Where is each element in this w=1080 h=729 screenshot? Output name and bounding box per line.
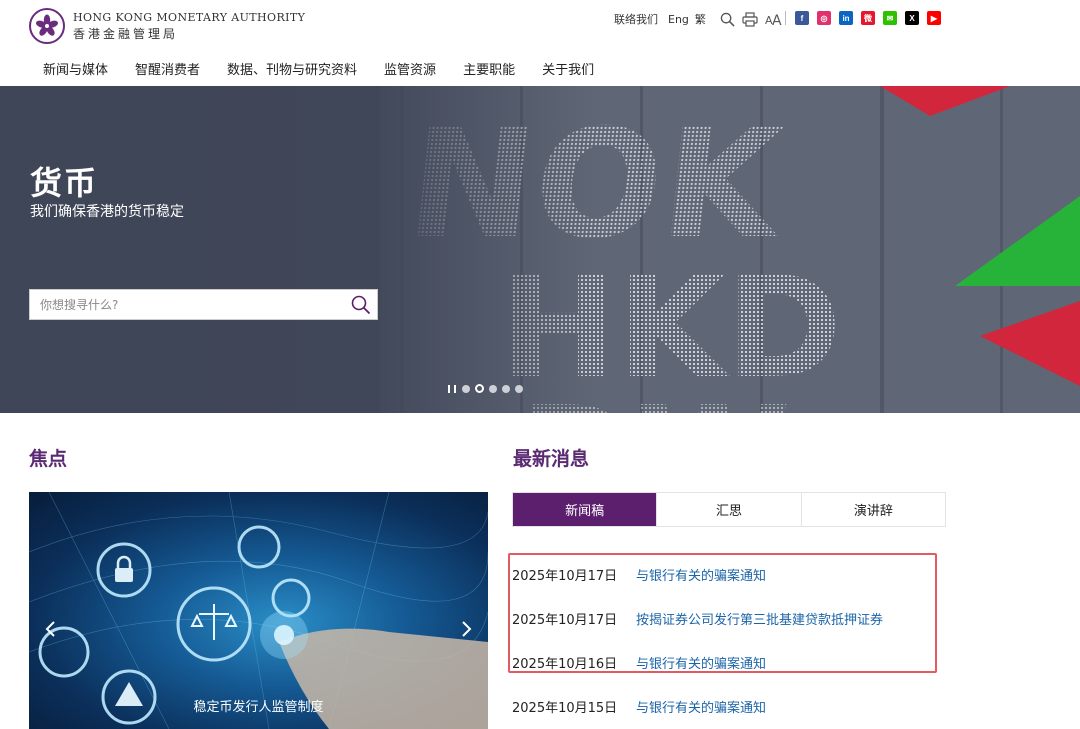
focus-carousel: 稳定币发行人监管制度: [29, 492, 488, 729]
hkma-logo[interactable]: [29, 8, 65, 44]
news-title-link[interactable]: 与银行有关的骗案通知: [636, 565, 766, 584]
carousel-dot[interactable]: [462, 384, 470, 393]
news-row: 2025年10月17日 按揭证券公司发行第三批基建贷款抵押证券: [512, 609, 883, 628]
carousel-dot[interactable]: [515, 384, 523, 393]
carousel-dot[interactable]: [502, 384, 510, 393]
font-size-icon[interactable]: AA: [764, 11, 784, 27]
search-icon[interactable]: [720, 11, 736, 27]
hero-title: 货币: [30, 164, 99, 202]
print-icon[interactable]: [742, 11, 758, 27]
news-tab-2[interactable]: 演讲辞: [802, 493, 945, 526]
news-tabs: 新闻稿 汇思 演讲辞: [512, 492, 946, 527]
pause-icon[interactable]: [448, 384, 456, 393]
linkedin-icon[interactable]: in: [839, 11, 853, 25]
news-date: 2025年10月17日: [512, 569, 618, 584]
focus-caption[interactable]: 稳定币发行人监管制度: [29, 696, 488, 715]
youtube-icon[interactable]: ▶: [927, 11, 941, 25]
carousel-dot[interactable]: [489, 384, 497, 393]
search-button-icon[interactable]: [351, 295, 371, 315]
nav-item-0[interactable]: 新闻与媒体: [43, 59, 108, 78]
hero-subtitle: 我们确保香港的货币稳定: [30, 204, 184, 220]
carousel-controls: [448, 384, 528, 393]
contact-us-link[interactable]: 联络我们: [614, 11, 658, 27]
search-input[interactable]: [30, 290, 330, 319]
main-nav: 新闻与媒体 智醒消费者 数据、刊物与研究资料 监管资源 主要职能 关于我们: [43, 59, 621, 78]
site-search-box: [29, 289, 378, 320]
svg-text:A: A: [772, 13, 782, 26]
news-date: 2025年10月16日: [512, 657, 618, 672]
chevron-right-icon[interactable]: [456, 619, 476, 639]
facebook-icon[interactable]: f: [795, 11, 809, 25]
wechat-icon[interactable]: ✉: [883, 11, 897, 25]
brand-name-en: HONG KONG MONETARY AUTHORITY: [73, 11, 306, 24]
utility-bar: 联络我们 Eng 繁 AA: [614, 11, 784, 27]
news-title-link[interactable]: 与银行有关的骗案通知: [636, 697, 766, 716]
utility-separator: [785, 11, 786, 25]
news-title-link[interactable]: 按揭证券公司发行第三批基建贷款抵押证券: [636, 609, 883, 628]
chevron-left-icon[interactable]: [41, 619, 61, 639]
nav-item-1[interactable]: 智醒消费者: [135, 59, 200, 78]
lang-eng-link[interactable]: Eng: [668, 13, 689, 26]
digital-security-image: [29, 492, 488, 729]
news-tab-1[interactable]: 汇思: [657, 493, 802, 526]
nav-item-3[interactable]: 监管资源: [384, 59, 436, 78]
focus-section-title: 焦点: [29, 448, 68, 470]
x-icon[interactable]: X: [905, 11, 919, 25]
nav-item-4[interactable]: 主要职能: [463, 59, 515, 78]
brand-name-zh: 香港金融管理局: [73, 27, 179, 41]
carousel-dot[interactable]: [475, 384, 484, 393]
site-header: HONG KONG MONETARY AUTHORITY 香港金融管理局 联络我…: [0, 0, 1080, 86]
news-date: 2025年10月15日: [512, 701, 618, 716]
social-links: f ◎ in 微 ✉ X ▶: [795, 11, 949, 25]
hero-banner: NOK HKD DW 货币 我们确保香港的货币稳定: [0, 86, 1080, 413]
news-section-title: 最新消息: [513, 448, 590, 470]
news-row: 2025年10月16日 与银行有关的骗案通知: [512, 653, 766, 672]
news-row: 2025年10月15日 与银行有关的骗案通知: [512, 697, 766, 716]
bauhinia-icon: [35, 14, 59, 36]
nav-item-5[interactable]: 关于我们: [542, 59, 594, 78]
news-tab-0[interactable]: 新闻稿: [513, 493, 658, 526]
lang-trad-link[interactable]: 繁: [695, 11, 706, 27]
currency-board-image: NOK HKD DW: [0, 86, 1080, 413]
weibo-icon[interactable]: 微: [861, 11, 875, 25]
nav-item-2[interactable]: 数据、刊物与研究资料: [227, 59, 357, 78]
news-date: 2025年10月17日: [512, 613, 618, 628]
news-row: 2025年10月17日 与银行有关的骗案通知: [512, 565, 766, 584]
instagram-icon[interactable]: ◎: [817, 11, 831, 25]
news-title-link[interactable]: 与银行有关的骗案通知: [636, 653, 766, 672]
